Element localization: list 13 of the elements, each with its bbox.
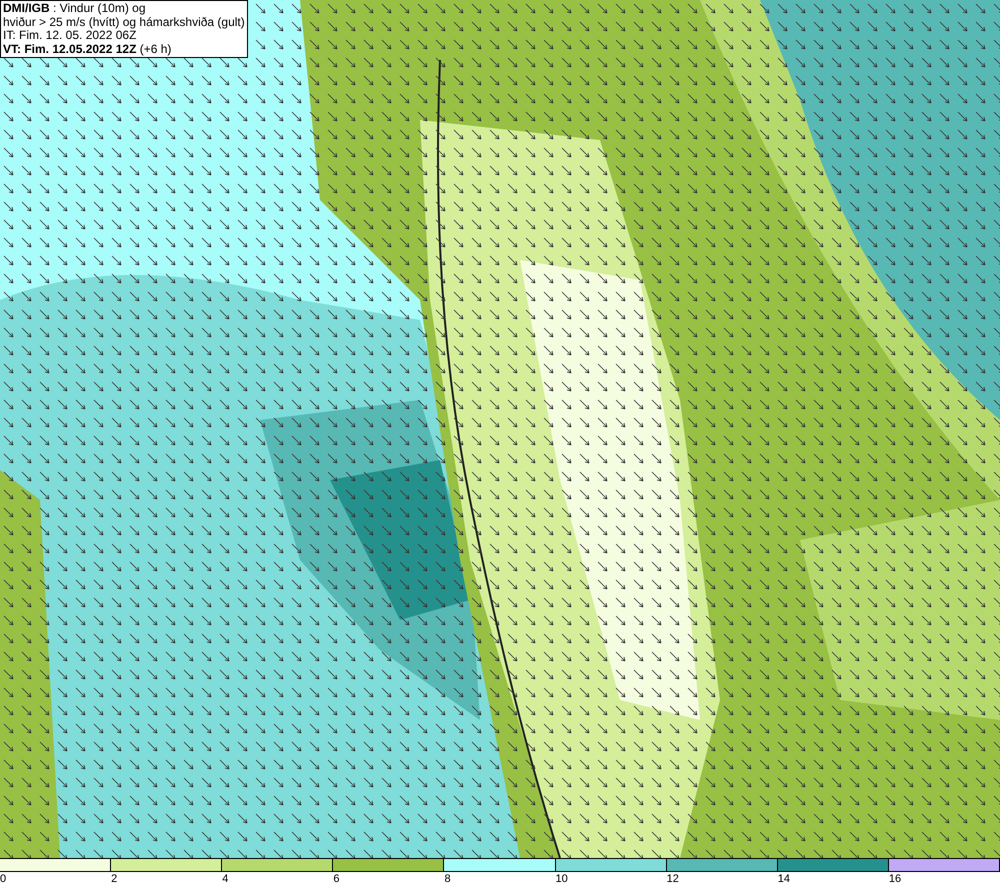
legend-tick-label: 12 <box>666 873 679 885</box>
map-caption-line: IT: Fim. 12. 05. 2022 06Z <box>3 29 138 42</box>
legend-tick-label: 10 <box>556 873 568 885</box>
legend-tick-label: 0 <box>0 873 6 885</box>
map-caption-line: hviður > 25 m/s (hvítt) og hámarkshviða (gult) <box>3 16 245 29</box>
legend-tick-label: 4 <box>222 873 228 885</box>
legend-tick-label: 14 <box>778 873 790 885</box>
legend-tick-label: 8 <box>444 873 451 885</box>
legend-tick-label: 2 <box>111 873 118 885</box>
legend-tick-label: 6 <box>333 873 340 885</box>
map-caption-line: VT: Fim. 12.05.2022 12Z (+6 h) <box>3 42 172 56</box>
legend-tick-label: 16 <box>888 873 902 885</box>
map-caption-line: DMI/IGB : Vindur (10m) og <box>3 2 146 16</box>
